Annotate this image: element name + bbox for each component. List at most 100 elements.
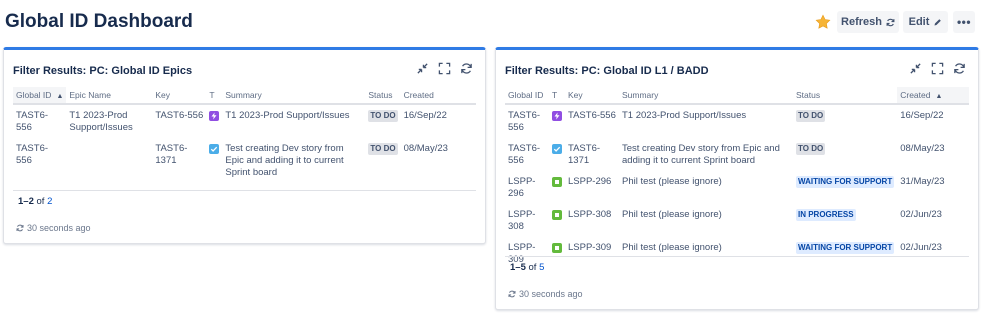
cell-type [549, 204, 565, 237]
minimize-icon[interactable] [416, 62, 429, 75]
cell-summary[interactable]: T1 2023-Prod Support/Issues [222, 104, 365, 138]
cell-key[interactable]: LSPP-296 [565, 171, 619, 204]
gadget-actions [909, 62, 966, 75]
table-row: LSPP-308 LSPP-308 Phil test (please igno… [505, 204, 969, 237]
total-count-link[interactable]: 5 [539, 262, 544, 273]
column-header-created[interactable]: Created [400, 87, 476, 105]
cell-status: TO DO [365, 138, 400, 183]
status-badge: WAITING FOR SUPPORT [796, 242, 895, 254]
task-icon [552, 144, 562, 154]
refresh-icon [508, 290, 516, 298]
cell-type [549, 237, 565, 270]
status-badge: TO DO [368, 143, 398, 155]
refresh-icon[interactable] [460, 62, 473, 75]
cell-key[interactable]: TAST6-556 [152, 104, 206, 138]
column-header-type[interactable]: T [206, 87, 223, 105]
cell-summary[interactable]: Test creating Dev story from Epic and ad… [222, 138, 365, 183]
task-icon [209, 144, 220, 154]
refresh-button[interactable]: Refresh [837, 11, 899, 33]
cell-epic-name[interactable] [66, 138, 152, 183]
gadget-title: Filter Results: PC: Global ID Epics [13, 65, 193, 77]
cell-global-id[interactable]: LSPP-296 [505, 171, 549, 204]
cell-created: 16/Sep/22 [900, 110, 944, 121]
refresh-icon [16, 224, 24, 232]
cell-status: WAITING FOR SUPPORT [793, 171, 897, 204]
epic-icon [209, 111, 220, 121]
column-header-global-id[interactable]: Global ID ▲ [13, 87, 67, 105]
cell-epic-name[interactable]: T1 2023-Prod Support/Issues [66, 104, 152, 138]
minimize-icon[interactable] [909, 62, 922, 75]
cell-key[interactable]: TAST6-556 [565, 104, 619, 138]
cell-summary[interactable]: Phil test (please ignore) [619, 237, 793, 270]
cell-summary[interactable]: T1 2023-Prod Support/Issues [619, 104, 793, 138]
column-header-type[interactable]: T [549, 87, 565, 105]
pencil-icon [934, 18, 942, 25]
column-header-epic-name[interactable]: Epic Name [66, 87, 153, 105]
gadget-global-id-epics: Filter Results: PC: Global ID Epics Glob… [3, 47, 486, 244]
more-actions-button[interactable]: ••• [953, 11, 975, 33]
sort-up-icon: ▲ [935, 93, 943, 100]
column-header-summary[interactable]: Summary [619, 87, 793, 105]
table-row: TAST6-556 TAST6-1371 Test creating Dev s… [505, 138, 969, 171]
cell-status: WAITING FOR SUPPORT [793, 237, 897, 270]
cell-global-id[interactable]: TAST6-556 [13, 138, 66, 183]
refresh-icon[interactable] [953, 62, 966, 75]
total-count-link[interactable]: 2 [47, 196, 52, 207]
column-header-created[interactable]: Created ▲ [897, 87, 969, 105]
cell-created: 08/May/23 [900, 143, 945, 154]
cell-created: 08/May/23 [403, 143, 448, 154]
cell-key[interactable]: LSPP-309 [565, 237, 619, 270]
table-row: LSPP-309 LSPP-309 Phil test (please igno… [505, 237, 969, 270]
star-icon[interactable] [815, 14, 831, 30]
status-badge: TO DO [796, 143, 826, 155]
cell-type [549, 171, 565, 204]
cell-global-id[interactable]: TAST6-556 [505, 138, 549, 171]
edit-button[interactable]: Edit [903, 11, 948, 33]
column-header-global-id[interactable]: Global ID [505, 87, 549, 105]
table-row: TAST6-556 TAST6-1371 Test creating Dev s… [13, 138, 476, 183]
cell-summary[interactable]: Test creating Dev story from Epic and ad… [619, 138, 793, 171]
column-header-key[interactable]: Key [565, 87, 619, 105]
column-header-status[interactable]: Status [365, 87, 401, 105]
result-count: 1–2 of 2 [18, 196, 53, 207]
cell-key[interactable]: TAST6-1371 [565, 138, 619, 171]
cell-key[interactable]: TAST6-1371 [152, 138, 206, 183]
status-badge: WAITING FOR SUPPORT [796, 176, 895, 188]
cell-status: TO DO [793, 138, 897, 171]
column-header-key[interactable]: Key [152, 87, 207, 105]
cell-status: IN PROGRESS [793, 204, 897, 237]
cell-global-id[interactable]: LSPP-308 [505, 204, 549, 237]
column-header-status[interactable]: Status [793, 87, 898, 105]
status-badge: IN PROGRESS [796, 209, 856, 221]
divider [13, 190, 476, 191]
cell-type [549, 104, 565, 138]
cell-summary[interactable]: Phil test (please ignore) [619, 204, 793, 237]
edit-button-label: Edit [908, 16, 930, 28]
story-icon [552, 210, 562, 220]
cell-summary[interactable]: Phil test (please ignore) [619, 171, 793, 204]
gadget-title: Filter Results: PC: Global ID L1 / BADD [505, 65, 709, 77]
cell-created: 02/Jun/23 [900, 209, 942, 220]
gadget-actions [416, 62, 473, 75]
status-badge: TO DO [368, 110, 398, 122]
cell-global-id[interactable]: TAST6-556 [13, 104, 66, 138]
last-updated: 30 seconds ago [508, 289, 583, 299]
cell-created: 02/Jun/23 [900, 242, 942, 253]
table-row: LSPP-296 LSPP-296 Phil test (please igno… [505, 171, 969, 204]
cell-type [206, 138, 222, 183]
sort-up-icon: ▲ [56, 93, 64, 100]
cell-status: TO DO [793, 104, 897, 138]
status-badge: TO DO [796, 110, 826, 122]
cell-key[interactable]: LSPP-308 [565, 204, 619, 237]
cell-type [206, 104, 222, 138]
last-updated: 30 seconds ago [16, 223, 91, 233]
cell-global-id[interactable]: TAST6-556 [505, 104, 549, 138]
cell-status: TO DO [365, 104, 400, 138]
fullscreen-icon[interactable] [438, 62, 451, 75]
fullscreen-icon[interactable] [931, 62, 944, 75]
cell-type [549, 138, 565, 171]
cell-created: 16/Sep/22 [403, 110, 447, 121]
results-table: Global ID ▲ Epic Name Key T Summary Statu… [13, 87, 476, 183]
column-header-summary[interactable]: Summary [222, 87, 366, 105]
page-title: Global ID Dashboard [5, 11, 193, 32]
